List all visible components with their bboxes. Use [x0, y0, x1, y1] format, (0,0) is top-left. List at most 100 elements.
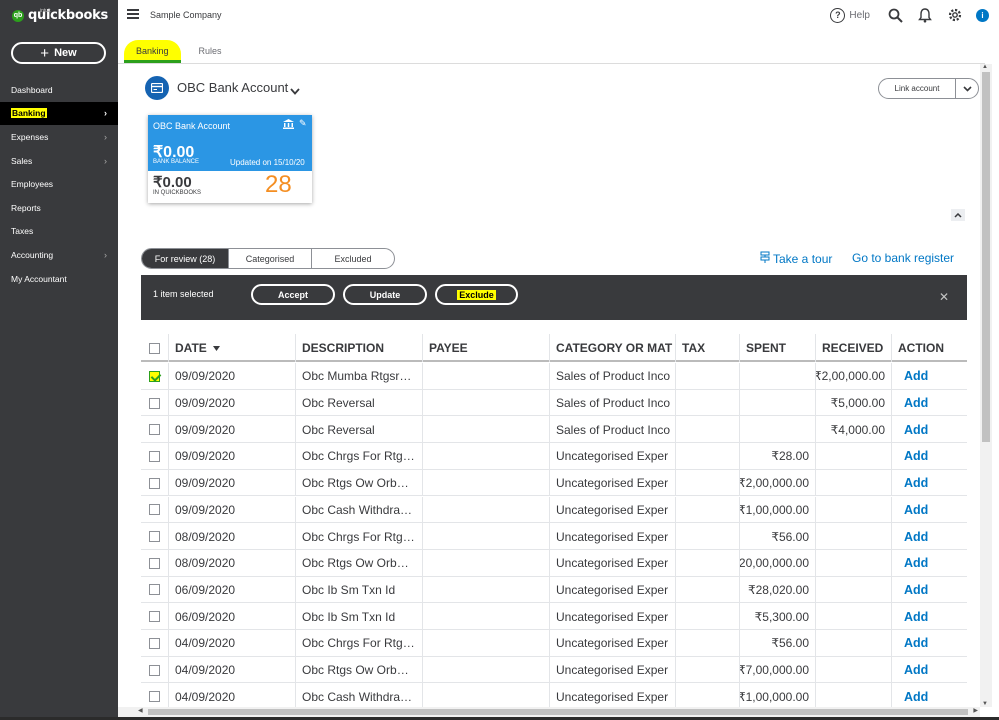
sidebar-item-employees[interactable]: Employees	[0, 172, 118, 196]
collapse-chevron-up-icon[interactable]	[951, 209, 965, 221]
description-column-header[interactable]: DESCRIPTION	[295, 334, 422, 362]
vertical-scroll-thumb[interactable]	[982, 72, 990, 442]
add-action-link[interactable]: Add	[891, 549, 967, 577]
table-row[interactable]: 04/09/2020 Obc Chrgs For Rtg… Uncategorise…	[141, 630, 967, 657]
take-a-tour-link[interactable]: Take a tour	[760, 251, 832, 266]
add-action-link[interactable]: Add	[891, 496, 967, 524]
quickbooks-balance-value: ₹0.00	[153, 174, 192, 191]
add-action-link[interactable]: Add	[891, 576, 967, 604]
table-row[interactable]: 06/09/2020 Obc Ib Sm Txn Id Uncategorised …	[141, 576, 967, 604]
spent-column-header[interactable]: SPENT	[739, 334, 815, 362]
link-account-button[interactable]: Link account	[878, 78, 956, 99]
scroll-up-arrow-icon[interactable]: ▲	[982, 64, 988, 70]
sidebar-item-my-accountant[interactable]: My Accountant	[0, 267, 118, 291]
table-row[interactable]: 08/09/2020 Obc Rtgs Ow Orb… Uncategorised …	[141, 549, 967, 577]
row-checkbox[interactable]	[149, 664, 160, 676]
help-button[interactable]: ? Help	[830, 7, 870, 23]
tab-rules[interactable]: Rules	[191, 40, 230, 63]
date-column-header[interactable]: DATE	[168, 334, 295, 362]
sidebar-item-dashboard[interactable]: Dashboard	[0, 78, 118, 102]
accept-button[interactable]: Accept	[251, 284, 335, 305]
hamburger-menu-icon[interactable]	[127, 9, 139, 19]
vertical-scrollbar[interactable]: ▲ ▼	[980, 64, 992, 707]
row-checkbox[interactable]	[149, 504, 160, 516]
tab-banking[interactable]: Banking	[124, 40, 181, 63]
sidebar-item-taxes[interactable]: Taxes	[0, 220, 118, 244]
table-row[interactable]: 09/09/2020 Obc Cash Withdra… Uncategorised…	[141, 496, 967, 524]
card-title: OBC Bank Account	[153, 121, 231, 131]
add-action-link[interactable]: Add	[891, 656, 967, 684]
filter-for[interactable]: For review (28)	[142, 249, 228, 268]
sidebar-item-accounting[interactable]: Accounting ›	[0, 243, 118, 267]
row-checkbox[interactable]	[149, 370, 160, 382]
link-account-dropdown-chevron-icon[interactable]	[955, 78, 979, 99]
table-row[interactable]: 09/09/2020 Obc Reversal Sales of Product I…	[141, 416, 967, 444]
search-icon[interactable]	[885, 5, 905, 25]
table-row[interactable]: 09/09/2020 Obc Mumba Rtgsr… Sales of Produ…	[141, 363, 967, 390]
add-action-link[interactable]: Add	[891, 363, 967, 390]
sidebar-item-expenses[interactable]: Expenses ›	[0, 125, 118, 149]
filter-excluded[interactable]: Excluded	[311, 249, 394, 268]
account-chevron-down-icon[interactable]	[290, 82, 300, 100]
tax-column-header[interactable]: TAX	[675, 334, 739, 362]
row-checkbox[interactable]	[149, 557, 160, 569]
cell-date: 08/09/2020	[168, 523, 295, 550]
row-checkbox[interactable]	[149, 424, 160, 436]
select-all-header	[141, 334, 168, 362]
cell-spent: ₹20,00,000.00	[739, 549, 815, 577]
add-action-link[interactable]: Add	[891, 523, 967, 550]
row-checkbox[interactable]	[149, 450, 160, 462]
cell-payee	[422, 603, 549, 630]
table-row[interactable]: 08/09/2020 Obc Chrgs For Rtg… Uncategorise…	[141, 523, 967, 550]
cell-spent: ₹2,00,000.00	[739, 469, 815, 497]
date-header-label: DATE	[175, 341, 207, 355]
row-checkbox[interactable]	[149, 477, 160, 489]
pencil-edit-icon[interactable]: ✎	[299, 118, 307, 129]
row-checkbox[interactable]	[149, 531, 160, 543]
quickbooks-logo[interactable]: intuit qb quickbooks	[12, 8, 108, 23]
scroll-left-arrow-icon[interactable]: ◀	[138, 707, 143, 714]
horizontal-scroll-thumb[interactable]	[148, 709, 968, 715]
received-column-header[interactable]: RECEIVED	[815, 334, 891, 362]
add-action-link[interactable]: Add	[891, 443, 967, 470]
bank-account-icon	[145, 76, 169, 100]
add-action-link[interactable]: Add	[891, 630, 967, 657]
gear-icon[interactable]	[945, 5, 965, 25]
add-action-link[interactable]: Add	[891, 469, 967, 497]
table-row[interactable]: 06/09/2020 Obc Ib Sm Txn Id Uncategorised …	[141, 603, 967, 630]
row-checkbox[interactable]	[149, 397, 160, 409]
row-checkbox[interactable]	[149, 691, 160, 703]
go-to-bank-register-link[interactable]: Go to bank register	[852, 251, 954, 265]
new-button[interactable]: + New	[11, 42, 106, 64]
bell-icon[interactable]	[915, 5, 935, 25]
account-name[interactable]: OBC Bank Account	[177, 80, 288, 95]
category-column-header[interactable]: CATEGORY OR MAT	[549, 334, 675, 362]
filter-categorised[interactable]: Categorised	[228, 249, 311, 268]
row-checkbox[interactable]	[149, 637, 160, 649]
exclude-button[interactable]: Exclude	[435, 284, 518, 305]
sidebar-item-sales[interactable]: Sales ›	[0, 149, 118, 173]
add-action-link[interactable]: Add	[891, 389, 967, 417]
add-action-link[interactable]: Add	[891, 416, 967, 444]
add-action-link[interactable]: Add	[891, 603, 967, 630]
scroll-right-arrow-icon[interactable]: ▶	[973, 707, 978, 714]
sidebar-item-banking[interactable]: Banking ›	[0, 101, 118, 126]
payee-column-header[interactable]: PAYEE	[422, 334, 549, 362]
cell-tax	[675, 576, 739, 604]
select-all-checkbox[interactable]	[149, 342, 160, 354]
cell-received	[815, 576, 891, 604]
new-button-label: New	[54, 47, 77, 59]
sidebar-item-reports[interactable]: Reports	[0, 196, 118, 220]
close-icon[interactable]: ✕	[939, 290, 949, 304]
table-row[interactable]: 04/09/2020 Obc Rtgs Ow Orb… Uncategorised …	[141, 656, 967, 684]
horizontal-scrollbar[interactable]: ◀ ▶	[118, 707, 980, 717]
update-button[interactable]: Update	[343, 284, 427, 305]
cell-received: ₹5,000.00	[815, 389, 891, 417]
user-avatar[interactable]: i	[976, 8, 989, 22]
scroll-down-arrow-icon[interactable]: ▼	[982, 701, 988, 707]
row-checkbox[interactable]	[149, 584, 160, 596]
row-checkbox[interactable]	[149, 611, 160, 623]
table-row[interactable]: 09/09/2020 Obc Rtgs Ow Orb… Uncategorised …	[141, 469, 967, 497]
table-row[interactable]: 09/09/2020 Obc Reversal Sales of Product I…	[141, 389, 967, 417]
table-row[interactable]: 09/09/2020 Obc Chrgs For Rtg… Uncategorise…	[141, 443, 967, 470]
